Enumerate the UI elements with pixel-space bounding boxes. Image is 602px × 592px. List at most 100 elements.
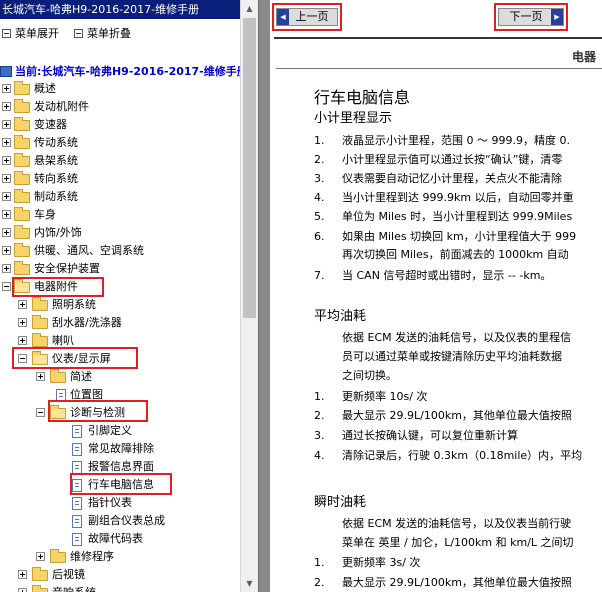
folder-icon [14, 153, 30, 167]
section-title: 平均油耗 [314, 309, 367, 324]
folder-icon [14, 171, 30, 185]
nav-divider [274, 37, 602, 39]
highlight-box [12, 277, 104, 297]
scroll-down-icon[interactable]: ▼ [241, 575, 258, 592]
paragraph-line: 依据 ECM 发送的油耗信号，以及仪表的里程信 [342, 331, 572, 344]
tree-item-audio[interactable]: 音响系统 [0, 584, 240, 592]
tree-item-description[interactable]: 简述 [0, 368, 240, 386]
tree-scrollbar[interactable]: ▲ ▼ [240, 0, 258, 592]
folder-icon [14, 117, 30, 131]
expand-toggle-icon[interactable] [36, 372, 45, 381]
expand-toggle-icon[interactable] [18, 318, 27, 327]
book-icon [0, 66, 12, 77]
scroll-up-icon[interactable]: ▲ [241, 0, 258, 17]
folder-icon [32, 567, 48, 581]
expand-toggle-icon[interactable] [2, 246, 11, 255]
section-title: 小计里程显示 [314, 111, 393, 126]
section-title: 瞬时油耗 [314, 495, 367, 510]
collapse-toggle-icon[interactable] [36, 408, 45, 417]
tree-item-safety[interactable]: 安全保护装置 [0, 260, 240, 278]
arrow-left-icon: ◀ [277, 9, 289, 25]
tree-item-lighting[interactable]: 照明系统 [0, 296, 240, 314]
list-item: 4. 当小计里程到达 999.9km 以后，自动回零并重 [314, 191, 574, 204]
expand-toggle-icon[interactable] [2, 210, 11, 219]
document-icon [72, 443, 82, 456]
list-item: 1. 更新频率 10s/ 次 [314, 390, 428, 403]
next-page-button[interactable]: 下一页 ▶ [498, 8, 564, 26]
tree-item-gauges[interactable]: 指针仪表 [0, 494, 240, 512]
collapse-all-button[interactable]: 菜单折叠 [74, 27, 131, 41]
expand-toggle-icon[interactable] [18, 336, 27, 345]
page-nav-bar: ◀ 上一页 下一页 ▶ [270, 0, 602, 36]
folder-icon [14, 81, 30, 95]
expand-toggle-icon[interactable] [18, 570, 27, 579]
expand-toggle-icon[interactable] [18, 588, 27, 592]
folder-icon [32, 297, 48, 311]
expand-toggle-icon[interactable] [2, 228, 11, 237]
paragraph-line: 菜单在 英里 / 加仑，L/100km 和 km/L 之间切 [342, 536, 574, 549]
expand-icon [2, 29, 11, 38]
highlight-box [70, 473, 172, 495]
expand-toggle-icon[interactable] [2, 84, 11, 93]
paragraph-line: 之间切换。 [342, 369, 397, 382]
tree-item-hvac[interactable]: 供暖、通风、空调系统 [0, 242, 240, 260]
tree-item-wipers[interactable]: 刮水器/洗涤器 [0, 314, 240, 332]
tree-item-mirrors[interactable]: 后视镜 [0, 566, 240, 584]
folder-icon [32, 333, 48, 347]
document-icon [72, 497, 82, 510]
document-icon [72, 515, 82, 528]
folder-icon [32, 585, 48, 592]
tree-item-suspension[interactable]: 悬架系统 [0, 152, 240, 170]
highlight-box [12, 347, 138, 369]
expand-toggle-icon[interactable] [18, 300, 27, 309]
scrollbar-thumb[interactable] [243, 18, 256, 318]
folder-icon [50, 369, 66, 383]
folder-icon [32, 315, 48, 329]
pane-splitter[interactable] [258, 0, 270, 592]
collapse-toggle-icon[interactable] [2, 282, 11, 291]
list-item: 2. 最大显示 29.9L/100km，其他单位最大值按照 [314, 576, 572, 589]
expand-all-button[interactable]: 菜单展开 [2, 27, 59, 41]
folder-icon [50, 549, 66, 563]
list-item: 2. 小计里程显示值可以通过长按“确认”键，清零 [314, 153, 563, 166]
expand-toggle-icon[interactable] [2, 156, 11, 165]
list-item: 7. 当 CAN 信号超时或出错时，显示 -- -km。 [314, 269, 552, 282]
expand-toggle-icon[interactable] [2, 192, 11, 201]
expand-toggle-icon[interactable] [2, 264, 11, 273]
tree-root[interactable]: 当前:长城汽车-哈弗H9-2016-2017-维修手册 [0, 64, 248, 80]
content-pane: ◀ 上一页 下一页 ▶ 电器 行车电脑信息 小计里程显示 1. 液晶显示小计里程，… [270, 0, 602, 592]
list-item: 5. 单位为 Miles 时，当小计里程到达 999.9Miles [314, 210, 573, 223]
tree-item-transmission[interactable]: 变速器 [0, 116, 240, 134]
tree-item-troubleshooting[interactable]: 常见故障排除 [0, 440, 240, 458]
expand-toggle-icon[interactable] [2, 174, 11, 183]
tree-item-engine-accessories[interactable]: 发动机附件 [0, 98, 240, 116]
tree-item-drivetrain[interactable]: 传动系统 [0, 134, 240, 152]
expand-toggle-icon[interactable] [2, 102, 11, 111]
tree-item-fault-codes[interactable]: 故障代码表 [0, 530, 240, 548]
list-item-continuation: 再次切换回 Miles，前面减去的 1000km 自动 [342, 248, 569, 261]
document-icon [72, 533, 82, 546]
tree-item-repair-procedures[interactable]: 维修程序 [0, 548, 240, 566]
prev-page-button[interactable]: ◀ 上一页 [276, 8, 338, 26]
tree-item-body[interactable]: 车身 [0, 206, 240, 224]
left-pane: 长城汽车-哈弗H9-2016-2017-维修手册 菜单展开 菜单折叠 当前:长城… [0, 0, 258, 592]
folder-icon [14, 225, 30, 239]
expand-toggle-icon[interactable] [2, 120, 11, 129]
tree-item-overview[interactable]: 概述 [0, 80, 240, 98]
page-title: 行车电脑信息 [314, 88, 411, 107]
list-item: 4. 清除记录后，行驶 0.3km（0.18mile）内，平均 [314, 449, 583, 462]
folder-icon [14, 243, 30, 257]
collapse-icon [74, 29, 83, 38]
list-item: 1. 更新频率 3s/ 次 [314, 556, 421, 569]
header-rule [276, 68, 602, 69]
tree-item-brakes[interactable]: 制动系统 [0, 188, 240, 206]
expand-toggle-icon[interactable] [36, 552, 45, 561]
tree-item-sub-cluster-assembly[interactable]: 副组合仪表总成 [0, 512, 240, 530]
expand-toggle-icon[interactable] [2, 138, 11, 147]
tree-item-trim[interactable]: 内饰/外饰 [0, 224, 240, 242]
tree-item-steering[interactable]: 转向系统 [0, 170, 240, 188]
folder-icon [14, 261, 30, 275]
tree-item-pin-definition[interactable]: 引脚定义 [0, 422, 240, 440]
folder-icon [14, 135, 30, 149]
list-item: 1. 液晶显示小计里程，范围 0 ～ 999.9，精度 0. [314, 134, 570, 147]
